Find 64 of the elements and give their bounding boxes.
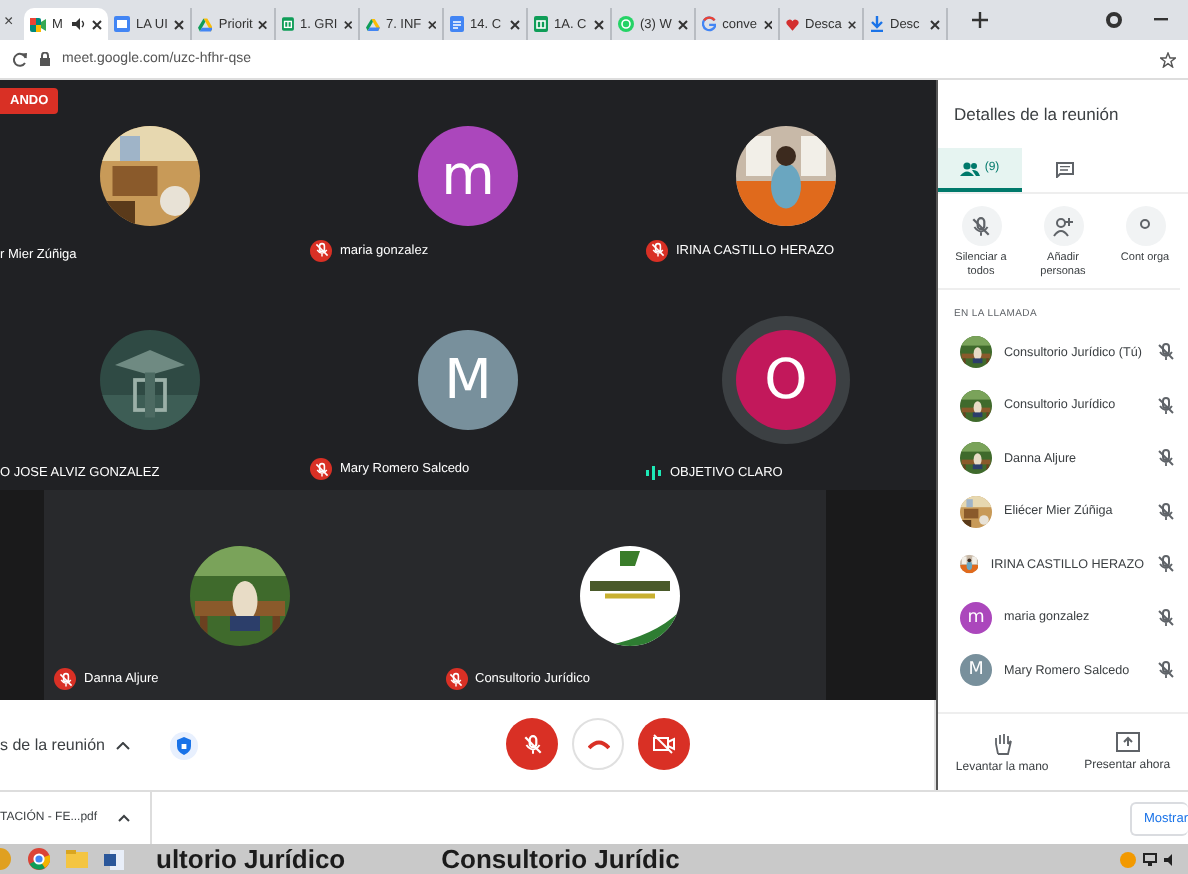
close-icon[interactable]	[174, 19, 184, 29]
panel-title: Detalles de la reunión	[952, 102, 1121, 128]
close-icon[interactable]	[930, 19, 940, 29]
mic-off-icon[interactable]	[1156, 448, 1176, 468]
mic-off-icon[interactable]	[1156, 342, 1176, 362]
mic-off-icon[interactable]	[961, 206, 1001, 246]
close-icon[interactable]	[847, 19, 856, 29]
close-icon[interactable]	[258, 19, 268, 29]
meeting-details-button[interactable]: s de la reunión	[0, 736, 131, 754]
lock-icon[interactable]	[40, 52, 50, 66]
mic-off-icon[interactable]	[1156, 660, 1176, 680]
avatar: M	[418, 330, 518, 431]
network-icon[interactable]	[1142, 851, 1158, 867]
hand-icon[interactable]	[991, 731, 1014, 755]
document-icon	[114, 16, 130, 32]
avatar: m	[418, 125, 518, 226]
caret-icon	[117, 814, 130, 822]
speaker-icon[interactable]	[72, 18, 86, 30]
triangle-icon	[366, 17, 380, 31]
reload-icon[interactable]	[12, 51, 28, 67]
mic-off-icon[interactable]	[1156, 501, 1176, 521]
people-icon	[960, 161, 981, 175]
phone-icon	[587, 739, 609, 749]
document-icon[interactable]	[104, 849, 124, 869]
document-icon	[450, 16, 464, 32]
caret-icon	[116, 741, 131, 749]
close-icon[interactable]	[594, 19, 604, 29]
close-icon[interactable]	[763, 19, 772, 29]
plus-icon[interactable]	[972, 12, 988, 28]
chat-icon	[1055, 162, 1073, 178]
mic-off-icon[interactable]	[1156, 554, 1176, 574]
mic-off-icon[interactable]	[1156, 607, 1176, 627]
hang-up-button[interactable]	[572, 718, 624, 770]
close-icon[interactable]	[678, 19, 688, 29]
shield-icon[interactable]	[170, 731, 199, 759]
microphone-off-button[interactable]	[506, 718, 558, 770]
mic-off-icon[interactable]	[1156, 395, 1176, 415]
camera-off-button[interactable]	[638, 718, 690, 770]
avatar: m	[960, 601, 992, 633]
add-person-icon[interactable]	[1043, 206, 1083, 246]
star-icon[interactable]	[1160, 51, 1176, 67]
chat-bubble-icon	[618, 16, 634, 32]
close-icon[interactable]	[510, 19, 520, 29]
browser-icon[interactable]	[28, 848, 50, 870]
close-icon[interactable]	[427, 19, 436, 29]
g-logo-icon	[702, 16, 717, 32]
mic-off-icon	[521, 733, 543, 755]
present-screen-icon[interactable]	[1115, 732, 1140, 754]
grid-icon	[534, 16, 548, 32]
heart-icon	[786, 17, 799, 31]
close-icon[interactable]	[92, 19, 102, 29]
grid-icon	[282, 16, 294, 32]
avatar: O	[736, 330, 836, 431]
close-icon[interactable]	[343, 19, 352, 29]
wallpaper-text: Consultorio Jurídic	[441, 844, 680, 874]
tab-close-button[interactable]: ×	[4, 11, 24, 29]
avatar: M	[960, 654, 992, 686]
camera-off-icon	[652, 734, 676, 754]
camera-icon	[30, 17, 46, 31]
download-icon	[870, 16, 884, 32]
wallpaper-text: ultorio Jurídico	[156, 844, 346, 874]
minimize-icon[interactable]	[1154, 18, 1168, 22]
record-icon[interactable]	[1106, 12, 1122, 28]
triangle-icon	[198, 17, 213, 31]
